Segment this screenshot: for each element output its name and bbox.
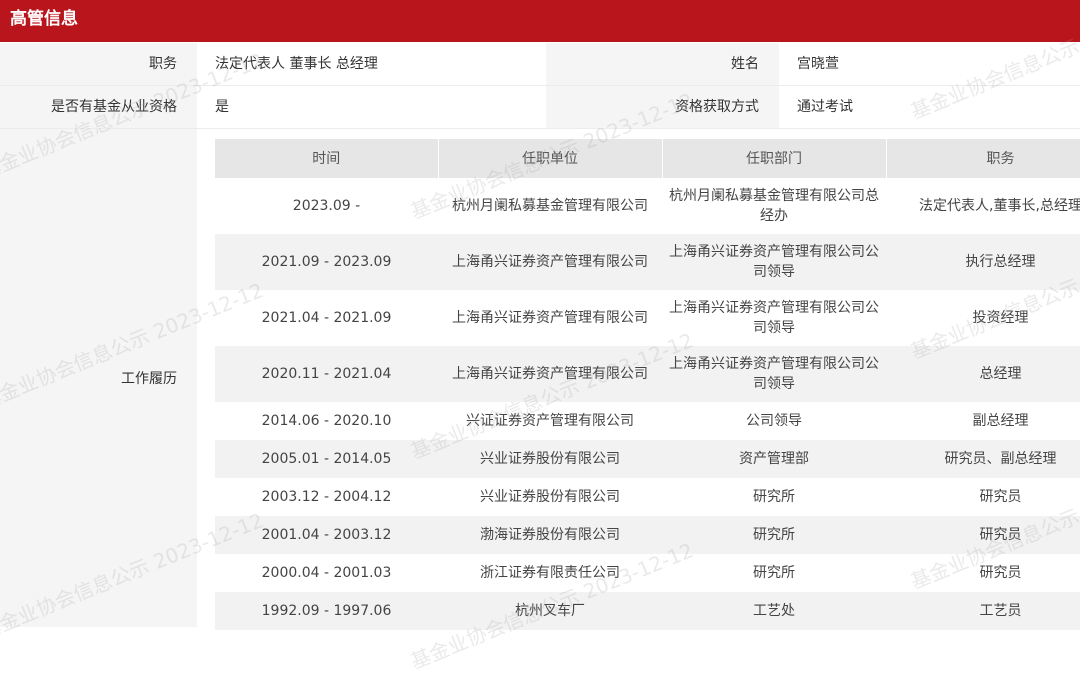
cell-organization: 上海甬兴证券资产管理有限公司: [438, 234, 662, 290]
cell-time: 2005.01 - 2014.05: [215, 440, 438, 478]
qualified-label: 是否有基金从业资格: [0, 86, 197, 128]
cell-position: 研究员: [886, 516, 1080, 554]
cell-time: 2020.11 - 2021.04: [215, 346, 438, 402]
table-row: 2023.09 - 杭州月阑私募基金管理有限公司 杭州月阑私募基金管理有限公司总…: [215, 178, 1080, 234]
table-row: 1992.09 - 1997.06 杭州叉车厂 工艺处 工艺员: [215, 592, 1080, 630]
cell-time: 2021.04 - 2021.09: [215, 290, 438, 346]
table-row: 2021.04 - 2021.09 上海甬兴证券资产管理有限公司 上海甬兴证券资…: [215, 290, 1080, 346]
cell-position: 研究员: [886, 478, 1080, 516]
work-history-label: 工作履历: [0, 129, 197, 627]
work-history-label-text: 工作履历: [121, 371, 177, 387]
cell-position: 投资经理: [886, 290, 1080, 346]
cell-position: 工艺员: [886, 592, 1080, 630]
cell-position: 研究员、副总经理: [886, 440, 1080, 478]
name-label: 姓名: [546, 43, 779, 85]
cell-time: 2000.04 - 2001.03: [215, 554, 438, 592]
section-title: 高管信息: [10, 9, 78, 29]
cell-position: 副总经理: [886, 402, 1080, 440]
position-label: 职务: [0, 43, 197, 85]
work-history-table: 时间 任职单位 任职部门 职务 2023.09 - 杭州月阑私募基金管理有限公司…: [215, 139, 1080, 630]
cell-organization: 渤海证券股份有限公司: [438, 516, 662, 554]
cell-department: 上海甬兴证券资产管理有限公司公司领导: [662, 346, 886, 402]
table-row: 2020.11 - 2021.04 上海甬兴证券资产管理有限公司 上海甬兴证券资…: [215, 346, 1080, 402]
table-row: 2003.12 - 2004.12 兴业证券股份有限公司 研究所 研究员: [215, 478, 1080, 516]
cell-position: 法定代表人,董事长,总经理: [886, 178, 1080, 234]
table-row: 2021.09 - 2023.09 上海甬兴证券资产管理有限公司 上海甬兴证券资…: [215, 234, 1080, 290]
cell-organization: 上海甬兴证券资产管理有限公司: [438, 346, 662, 402]
cell-position: 研究员: [886, 554, 1080, 592]
cell-department: 杭州月阑私募基金管理有限公司总经办: [662, 178, 886, 234]
cell-organization: 浙江证券有限责任公司: [438, 554, 662, 592]
info-row-qualification: 是否有基金从业资格 是 资格获取方式 通过考试: [0, 86, 1080, 128]
cell-department: 上海甬兴证券资产管理有限公司公司领导: [662, 290, 886, 346]
cell-time: 2014.06 - 2020.10: [215, 402, 438, 440]
cell-time: 2021.09 - 2023.09: [215, 234, 438, 290]
method-label: 资格获取方式: [546, 86, 779, 128]
info-row-position: 职务 法定代表人 董事长 总经理 姓名 宫晓萱: [0, 43, 1080, 85]
column-header-position: 职务: [886, 139, 1080, 178]
section-header: 高管信息: [0, 0, 1080, 42]
cell-department: 资产管理部: [662, 440, 886, 478]
table-row: 2005.01 - 2014.05 兴业证券股份有限公司 资产管理部 研究员、副…: [215, 440, 1080, 478]
cell-organization: 兴业证券股份有限公司: [438, 440, 662, 478]
cell-time: 2001.04 - 2003.12: [215, 516, 438, 554]
position-value: 法定代表人 董事长 总经理: [197, 43, 546, 85]
qualified-value: 是: [197, 86, 546, 128]
cell-department: 上海甬兴证券资产管理有限公司公司领导: [662, 234, 886, 290]
name-value: 宫晓萱: [779, 43, 1080, 85]
cell-time: 1992.09 - 1997.06: [215, 592, 438, 630]
cell-position: 执行总经理: [886, 234, 1080, 290]
table-header-row: 时间 任职单位 任职部门 职务: [215, 139, 1080, 178]
cell-organization: 兴证证券资产管理有限公司: [438, 402, 662, 440]
cell-department: 公司领导: [662, 402, 886, 440]
cell-time: 2023.09 -: [215, 178, 438, 234]
column-header-time: 时间: [215, 139, 439, 178]
cell-time: 2003.12 - 2004.12: [215, 478, 438, 516]
column-header-department: 任职部门: [662, 139, 887, 178]
table-row: 2000.04 - 2001.03 浙江证券有限责任公司 研究所 研究员: [215, 554, 1080, 592]
cell-department: 工艺处: [662, 592, 886, 630]
cell-organization: 兴业证券股份有限公司: [438, 478, 662, 516]
table-row: 2014.06 - 2020.10 兴证证券资产管理有限公司 公司领导 副总经理: [215, 402, 1080, 440]
cell-department: 研究所: [662, 516, 886, 554]
cell-department: 研究所: [662, 478, 886, 516]
cell-position: 总经理: [886, 346, 1080, 402]
cell-organization: 杭州月阑私募基金管理有限公司: [438, 178, 662, 234]
cell-organization: 上海甬兴证券资产管理有限公司: [438, 290, 662, 346]
method-value: 通过考试: [779, 86, 1080, 128]
cell-department: 研究所: [662, 554, 886, 592]
table-row: 2001.04 - 2003.12 渤海证券股份有限公司 研究所 研究员: [215, 516, 1080, 554]
column-header-organization: 任职单位: [438, 139, 663, 178]
cell-organization: 杭州叉车厂: [438, 592, 662, 630]
